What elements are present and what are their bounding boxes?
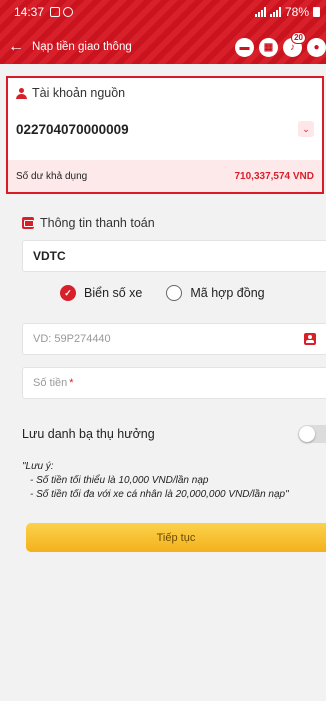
source-account-heading: Tài khoản nguồn <box>16 86 125 100</box>
chevron-down-icon[interactable]: ⌄ <box>298 121 314 137</box>
payment-info-label: Thông tin thanh toán <box>40 216 155 230</box>
radio-plate-number[interactable]: ✓ Biển số xe <box>60 285 142 301</box>
payment-info-heading: Thông tin thanh toán <box>22 216 155 230</box>
signal-icon <box>254 7 266 17</box>
balance-label: Số dư khả dụng <box>16 170 88 182</box>
signal-icon-2 <box>269 7 281 17</box>
radio-unchecked-icon <box>166 285 183 301</box>
note-line-max: - Số tiền tối đa với xe cá nhân là 20,00… <box>30 489 289 500</box>
notification-badge: 20 <box>291 31 306 44</box>
plate-number-placeholder: VD: 59P274440 <box>33 333 111 345</box>
status-bar: 14:37 78% <box>14 4 320 20</box>
app-header: 14:37 78% ← Nạp tiền giao thông ▬ ▦ ♪ 20… <box>0 0 326 64</box>
note-block: "Lưu ý: - Số tiền tối thiểu là 10,000 VN… <box>22 460 326 502</box>
save-beneficiary-label: Lưu danh bạ thụ hưởng <box>22 427 155 441</box>
amount-input[interactable]: Số tiền * <box>22 367 326 399</box>
page-title: Nạp tiền giao thông <box>32 41 132 53</box>
radio-contract-code[interactable]: Mã hợp đồng <box>166 285 265 301</box>
battery-icon <box>313 7 320 17</box>
qr-icon[interactable]: ▦ <box>259 37 278 57</box>
headset-icon[interactable]: ● <box>307 37 326 57</box>
account-selector[interactable]: 022704070000009 ⌄ <box>16 116 314 142</box>
contact-book-icon[interactable] <box>304 333 316 345</box>
battery-percent: 78% <box>284 5 309 19</box>
nav-bar: ← Nạp tiền giao thông ▬ ▦ ♪ 20 ● <box>8 31 326 58</box>
lookup-type-options: ✓ Biển số xe Mã hợp đồng <box>60 285 265 301</box>
provider-value: VDTC <box>33 249 66 263</box>
note-title: "Lưu ý: <box>22 461 54 472</box>
save-beneficiary-toggle[interactable] <box>298 425 326 443</box>
source-account-label: Tài khoản nguồn <box>32 86 126 100</box>
plate-number-input[interactable]: VD: 59P274440 <box>22 323 326 355</box>
radio-checked-icon: ✓ <box>60 285 76 301</box>
radio-contract-label: Mã hợp đồng <box>190 286 265 300</box>
source-account-card: Tài khoản nguồn 022704070000009 ⌄ Số dư … <box>6 76 324 194</box>
person-icon <box>16 87 27 99</box>
note-line-min: - Số tiền tối thiểu là 10,000 VND/lần nạ… <box>30 475 209 486</box>
account-number: 022704070000009 <box>16 121 129 137</box>
status-time: 14:37 <box>14 5 45 19</box>
arrow-left-icon[interactable]: ← <box>8 39 24 55</box>
continue-button[interactable]: Tiếp tục <box>26 523 326 552</box>
car-icon[interactable]: ▬ <box>235 37 254 57</box>
balance-row: Số dư khả dụng 710,337,574 VND <box>8 160 322 192</box>
card-icon <box>22 217 34 229</box>
messenger-icon <box>63 7 74 17</box>
bell-icon[interactable]: ♪ 20 <box>283 31 306 57</box>
amount-placeholder: Số tiền <box>33 377 68 389</box>
gallery-icon <box>50 7 61 17</box>
balance-value: 710,337,574 VND <box>234 170 314 182</box>
radio-plate-label: Biển số xe <box>84 286 143 300</box>
provider-field[interactable]: VDTC <box>22 240 326 272</box>
required-mark: * <box>69 377 74 389</box>
save-beneficiary-row: Lưu danh bạ thụ hưởng <box>22 424 326 444</box>
